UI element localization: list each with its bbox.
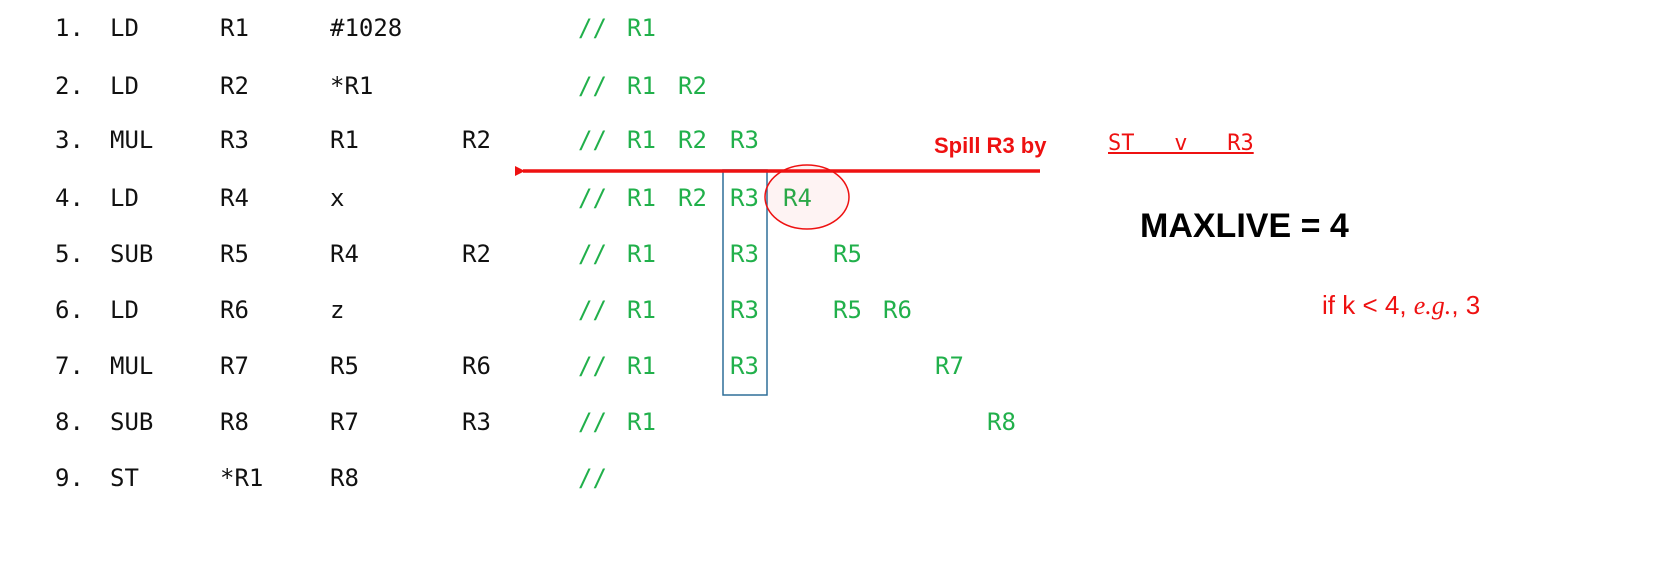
spill-instruction: ST v R3	[1108, 131, 1254, 156]
condition-prefix: if k < 4,	[1322, 290, 1414, 320]
condition-example: e.g.	[1413, 291, 1452, 320]
register-count-condition: if k < 4, e.g., 3	[1322, 290, 1480, 321]
spill-label: Spill R3 by	[934, 133, 1047, 158]
r3-live-range-box	[722, 169, 768, 396]
condition-suffix: , 3	[1451, 290, 1481, 320]
r4-highlight-circle	[764, 164, 850, 230]
annotation-overlay	[515, 164, 1040, 396]
maxlive-label: MAXLIVE = 4	[1140, 207, 1349, 245]
